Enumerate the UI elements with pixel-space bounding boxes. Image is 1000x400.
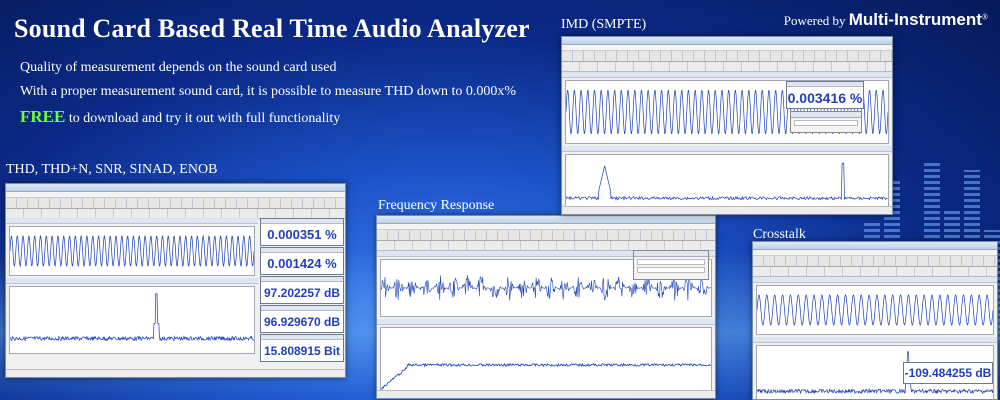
spectrum-panel-header: [377, 319, 715, 325]
spectrum-panel-header: [562, 146, 892, 152]
banner-headline: Sound Card Based Real Time Audio Analyze…: [14, 14, 530, 43]
thdn-reading-box: 0.001424 %: [260, 247, 344, 275]
window-statusbar: [6, 369, 345, 377]
brand-logo: Multi-Instrument: [848, 10, 982, 29]
imd-screenshot: 0.003416 %: [561, 36, 893, 215]
window-titlebar: [753, 242, 997, 250]
window-titlebar: [377, 216, 715, 224]
frequency-response-label: Frequency Response: [378, 198, 495, 213]
sinad-value: 96.929670 dB: [263, 315, 341, 329]
imd-reading-box: 0.003416 %: [786, 81, 864, 109]
crosstalk-value: -109.484255 dB: [904, 366, 992, 380]
oscilloscope-plot: [756, 285, 994, 335]
toolbar-buttons: [753, 267, 997, 277]
thd-label: THD, THD+N, SNR, SINAD, ENOB: [6, 162, 218, 177]
snr-value: 97.202257 dB: [263, 286, 341, 300]
spectrum-plot: [565, 154, 889, 210]
crosstalk-reading-box: -109.484255 dB: [903, 362, 993, 384]
snr-reading-box: 97.202257 dB: [260, 276, 344, 304]
window-statusbar: [562, 206, 892, 214]
sinad-reading-box: 96.929670 dB: [260, 305, 344, 333]
spectrum-panel-header: [6, 278, 258, 284]
oscilloscope-panel-header: [562, 72, 892, 78]
toolbar-buttons: [6, 198, 345, 209]
powered-by: Powered by Multi-Instrument®: [784, 10, 988, 30]
frequency-response-plot: [380, 327, 712, 395]
promo-banner: Sound Card Based Real Time Audio Analyze…: [0, 0, 1000, 400]
window-statusbar: [377, 390, 715, 398]
toolbar-buttons: [377, 230, 715, 241]
oscilloscope-plot: [9, 226, 255, 276]
thd-screenshot: 0.000351 % 0.001424 % 97.202257 dB 96.92…: [5, 183, 346, 378]
toolbar-buttons: [562, 62, 892, 72]
toolbar-buttons: [562, 51, 892, 62]
thd-value: 0.000351 %: [267, 227, 337, 242]
imd-value: 0.003416 %: [787, 90, 863, 106]
enob-value: 15.808915 Bit: [263, 344, 341, 358]
enob-reading-box: 15.808915 Bit: [260, 334, 344, 362]
banner-line-3-text: to download and try it out with full fun…: [65, 111, 341, 126]
signal-generator-panel: [633, 250, 709, 280]
oscilloscope-panel-header: [753, 277, 997, 283]
crosstalk-screenshot: -109.484255 dB: [752, 241, 998, 400]
window-titlebar: [562, 37, 892, 45]
registered-mark: ®: [981, 12, 988, 22]
banner-line-3: FREE to download and try it out with ful…: [20, 107, 340, 127]
window-titlebar: [6, 184, 345, 192]
banner-line-2: With a proper measurement sound card, it…: [20, 84, 517, 99]
free-word: FREE: [20, 107, 66, 126]
banner-line-1: Quality of measurement depends on the so…: [20, 60, 337, 75]
powered-by-text: Powered by: [783, 13, 846, 28]
frequency-response-screenshot: [376, 215, 716, 399]
spectrum-panel-header: [753, 337, 997, 343]
imd-label: IMD (SMPTE): [561, 17, 647, 32]
thd-reading-box: 0.000351 %: [260, 218, 344, 246]
signal-generator-panel: [790, 111, 862, 133]
oscilloscope-panel-header: [6, 218, 258, 224]
spectrum-plot: [9, 286, 255, 354]
toolbar-buttons: [753, 256, 997, 267]
thdn-value: 0.001424 %: [267, 256, 337, 271]
